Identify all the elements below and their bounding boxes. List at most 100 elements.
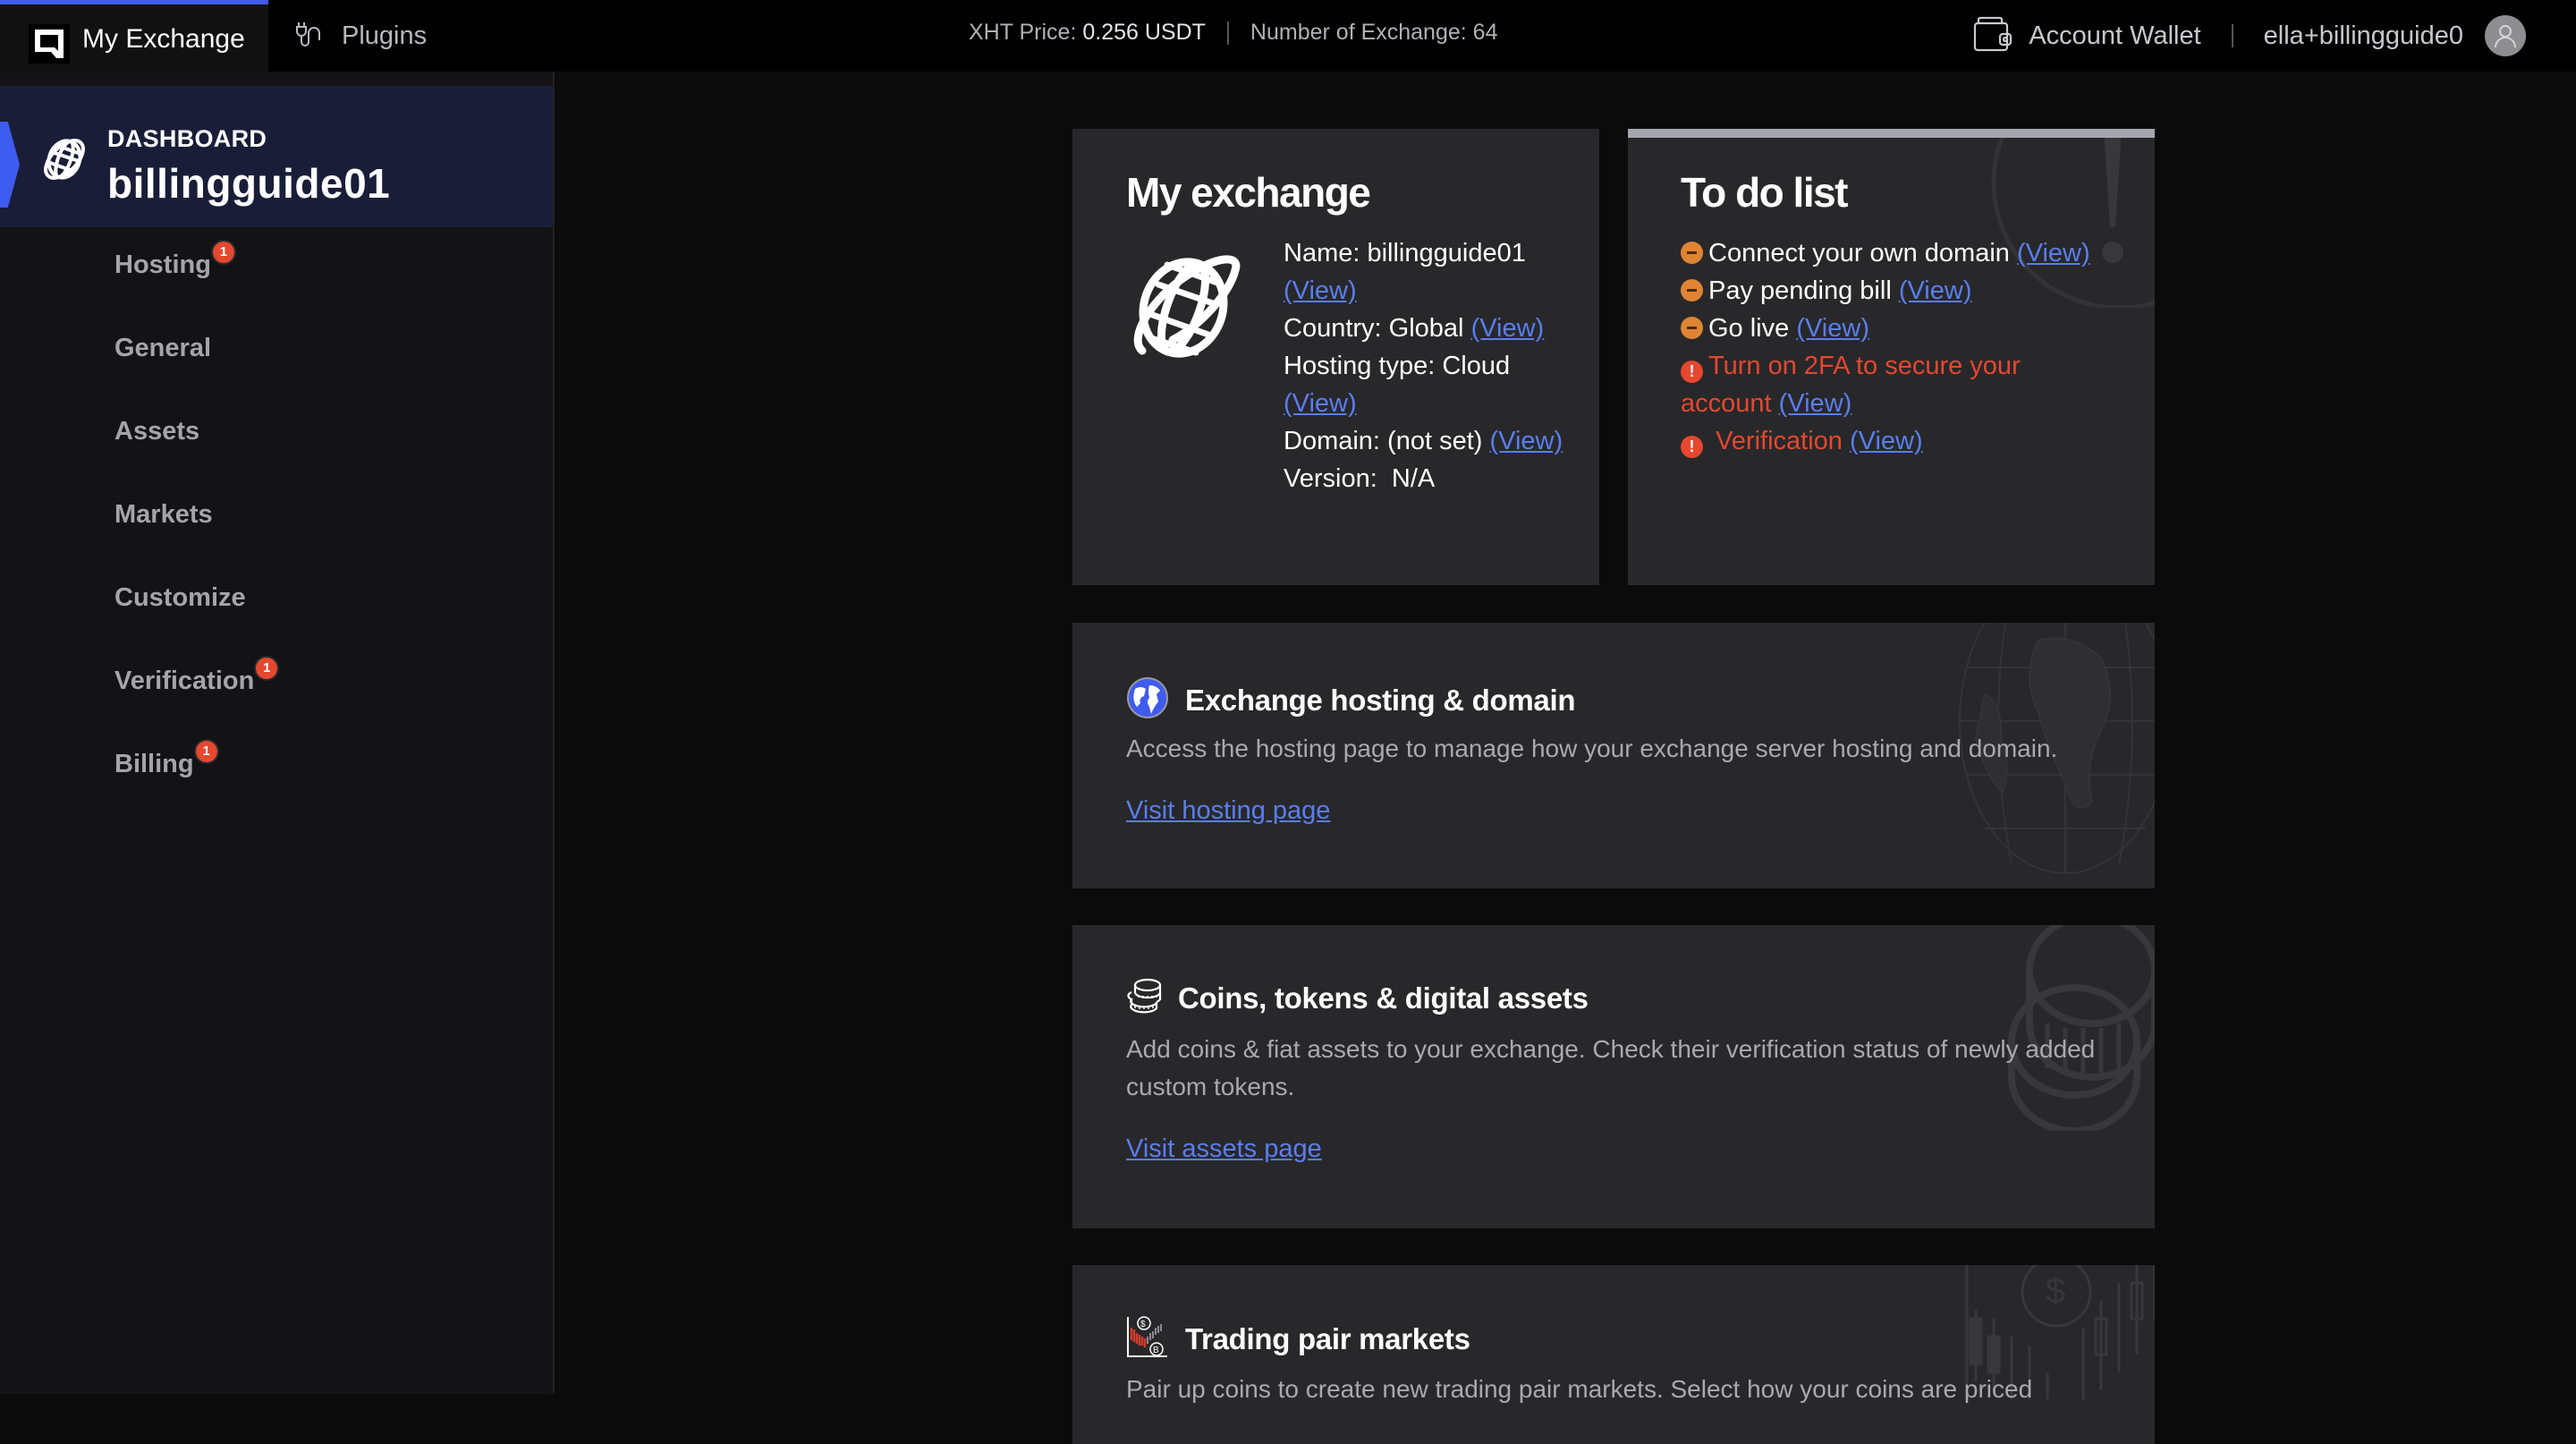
tab-plugins[interactable]: Plugins (295, 0, 427, 72)
warning-icon: ! (1681, 361, 1703, 383)
sidebar-item-label: Verification (114, 667, 255, 695)
todo-item: ! Turn on 2FA to secure your account (Vie… (1681, 347, 2056, 422)
sidebar-item-verification[interactable]: Verification 1 (114, 658, 278, 750)
globe-icon (1124, 245, 1246, 371)
todo-text: Go live (1708, 314, 1790, 343)
svg-text:B: B (1153, 1346, 1159, 1355)
todo-list: Connect your own domain (View) Pay pendi… (1681, 234, 2146, 460)
visit-hosting-page-link[interactable]: Visit hosting page (1126, 796, 1330, 826)
globe-icon (39, 134, 89, 189)
todo-view-link[interactable]: (View) (1779, 389, 1852, 418)
wallet-icon[interactable] (1973, 16, 2012, 56)
todo-view-link[interactable]: (View) (2017, 239, 2090, 268)
view-name-link[interactable]: (View) (1284, 276, 1357, 305)
notification-badge: 1 (212, 242, 234, 263)
hosting-type-row: Hosting type: Cloud (View) (1284, 347, 1579, 422)
account-nav: Account Wallet ella+billingguide0 (1973, 0, 2576, 72)
hosting-card: Exchange hosting & domain Access the hos… (1072, 623, 2155, 888)
markets-card: $ $ B Trading pair markets Pair up coins… (1072, 1265, 2155, 1444)
sidebar: DASHBOARD billingguide01 Hosting 1 Gener… (0, 72, 555, 1394)
todo-view-link[interactable]: (View) (1796, 314, 1869, 343)
domain-row: Domain: (not set) (View) (1284, 422, 1579, 460)
todo-card: To do list Connect your own domain (View… (1628, 129, 2155, 585)
todo-view-link[interactable]: (View) (1899, 276, 1972, 305)
sidebar-item-label: General (114, 334, 211, 362)
section-header: Exchange hosting & domain (1126, 676, 1576, 724)
warning-icon: ! (1681, 436, 1703, 458)
dashboard-header[interactable]: DASHBOARD billingguide01 (0, 86, 553, 227)
earth-globe-icon (1126, 676, 1169, 724)
hosting-type-label: Hosting type: Cloud (1284, 352, 1511, 380)
pending-icon (1681, 242, 1703, 264)
avatar[interactable] (2485, 15, 2526, 56)
sidebar-item-label: Billing (114, 750, 194, 778)
view-domain-link[interactable]: (View) (1489, 427, 1563, 455)
section-header: $ B Trading pair markets (1126, 1315, 1470, 1363)
view-country-link[interactable]: (View) (1471, 314, 1545, 343)
sidebar-item-label: Customize (114, 583, 246, 612)
sidebar-item-markets[interactable]: Markets (114, 500, 277, 583)
trading-chart-icon: $ B (1126, 1315, 1169, 1363)
todo-text: Connect your own domain (1708, 239, 2010, 268)
todo-item: Connect your own domain (View) (1681, 234, 2146, 272)
dashboard-kicker: DASHBOARD (107, 125, 267, 152)
svg-text:$: $ (2046, 1271, 2065, 1311)
exchange-count-label: Number of Exchange: (1250, 20, 1467, 45)
section-description: Add coins & fiat assets to your exchange… (1126, 1035, 2096, 1100)
section-header: Coins, tokens & digital assets (1126, 977, 1589, 1019)
version-row: Version: N/A (1284, 460, 1579, 497)
sidebar-item-label: Assets (114, 417, 200, 446)
section-title: Coins, tokens & digital assets (1178, 981, 1589, 1015)
section-title: Exchange hosting & domain (1185, 683, 1576, 717)
todo-item: ! Verification (View) (1681, 422, 2146, 460)
exchange-logo-icon (29, 24, 70, 64)
my-exchange-card: My exchange Name: billingguide01 (View) … (1072, 129, 1599, 585)
tab-my-exchange[interactable]: My Exchange (0, 0, 268, 72)
section-description: Access the hosting page to manage how yo… (1126, 735, 2058, 762)
sidebar-item-billing[interactable]: Billing 1 (114, 741, 277, 833)
svg-text:$: $ (1140, 1320, 1146, 1329)
plug-icon (295, 21, 326, 52)
account-wallet-link[interactable]: Account Wallet (2029, 21, 2200, 51)
card-title: My exchange (1126, 169, 1371, 216)
section-description: Pair up coins to create new trading pair… (1126, 1375, 2033, 1403)
sidebar-nav: Hosting 1 General Assets Markets Customi… (114, 242, 278, 833)
view-hosting-link[interactable]: (View) (1284, 389, 1357, 418)
sidebar-item-hosting[interactable]: Hosting 1 (114, 242, 277, 334)
sidebar-item-customize[interactable]: Customize (114, 583, 277, 667)
notification-badge: 1 (256, 658, 278, 679)
todo-text: Verification (1716, 427, 1843, 455)
username[interactable]: ella+billingguide0 (2264, 21, 2463, 51)
todo-view-link[interactable]: (View) (1850, 427, 1923, 455)
notification-badge: 1 (195, 741, 217, 762)
exchange-name-row: Name: billingguide01 (View) (1284, 234, 1579, 310)
xht-price-value: 0.256 USDT (1082, 20, 1206, 45)
exchange-count-value: 64 (1472, 20, 1498, 45)
todo-item: Pay pending bill (View) (1681, 272, 2146, 310)
sidebar-item-assets[interactable]: Assets (114, 417, 277, 500)
sidebar-item-label: Markets (114, 500, 213, 529)
top-bar: My Exchange Plugins XHT Price: 0.256 USD… (0, 0, 2576, 72)
domain-label: Domain: (not set) (1284, 427, 1483, 455)
country-label: Country: Global (1284, 314, 1464, 343)
section-title: Trading pair markets (1185, 1321, 1470, 1355)
todo-text: Pay pending bill (1708, 276, 1892, 305)
xht-price-label: XHT Price: (969, 20, 1077, 45)
visit-assets-page-link[interactable]: Visit assets page (1126, 1134, 1322, 1164)
todo-item: Go live (View) (1681, 310, 2146, 347)
active-indicator (0, 122, 20, 208)
coins-icon (1126, 977, 1165, 1019)
exchange-name-label: Name: billingguide01 (1284, 239, 1526, 268)
tab-my-exchange-label: My Exchange (82, 24, 245, 54)
card-title: To do list (1681, 169, 1849, 216)
pending-icon (1681, 279, 1703, 302)
divider (1226, 21, 1229, 45)
divider (2231, 24, 2233, 47)
assets-card: Coins, tokens & digital assets Add coins… (1072, 925, 2155, 1228)
exchange-name: billingguide01 (107, 160, 391, 207)
tab-plugins-label: Plugins (342, 21, 428, 50)
exchange-stats: XHT Price: 0.256 USDT Number of Exchange… (969, 20, 1497, 46)
sidebar-item-label: Hosting (114, 251, 211, 279)
pending-icon (1681, 317, 1703, 339)
sidebar-item-general[interactable]: General (114, 334, 277, 417)
